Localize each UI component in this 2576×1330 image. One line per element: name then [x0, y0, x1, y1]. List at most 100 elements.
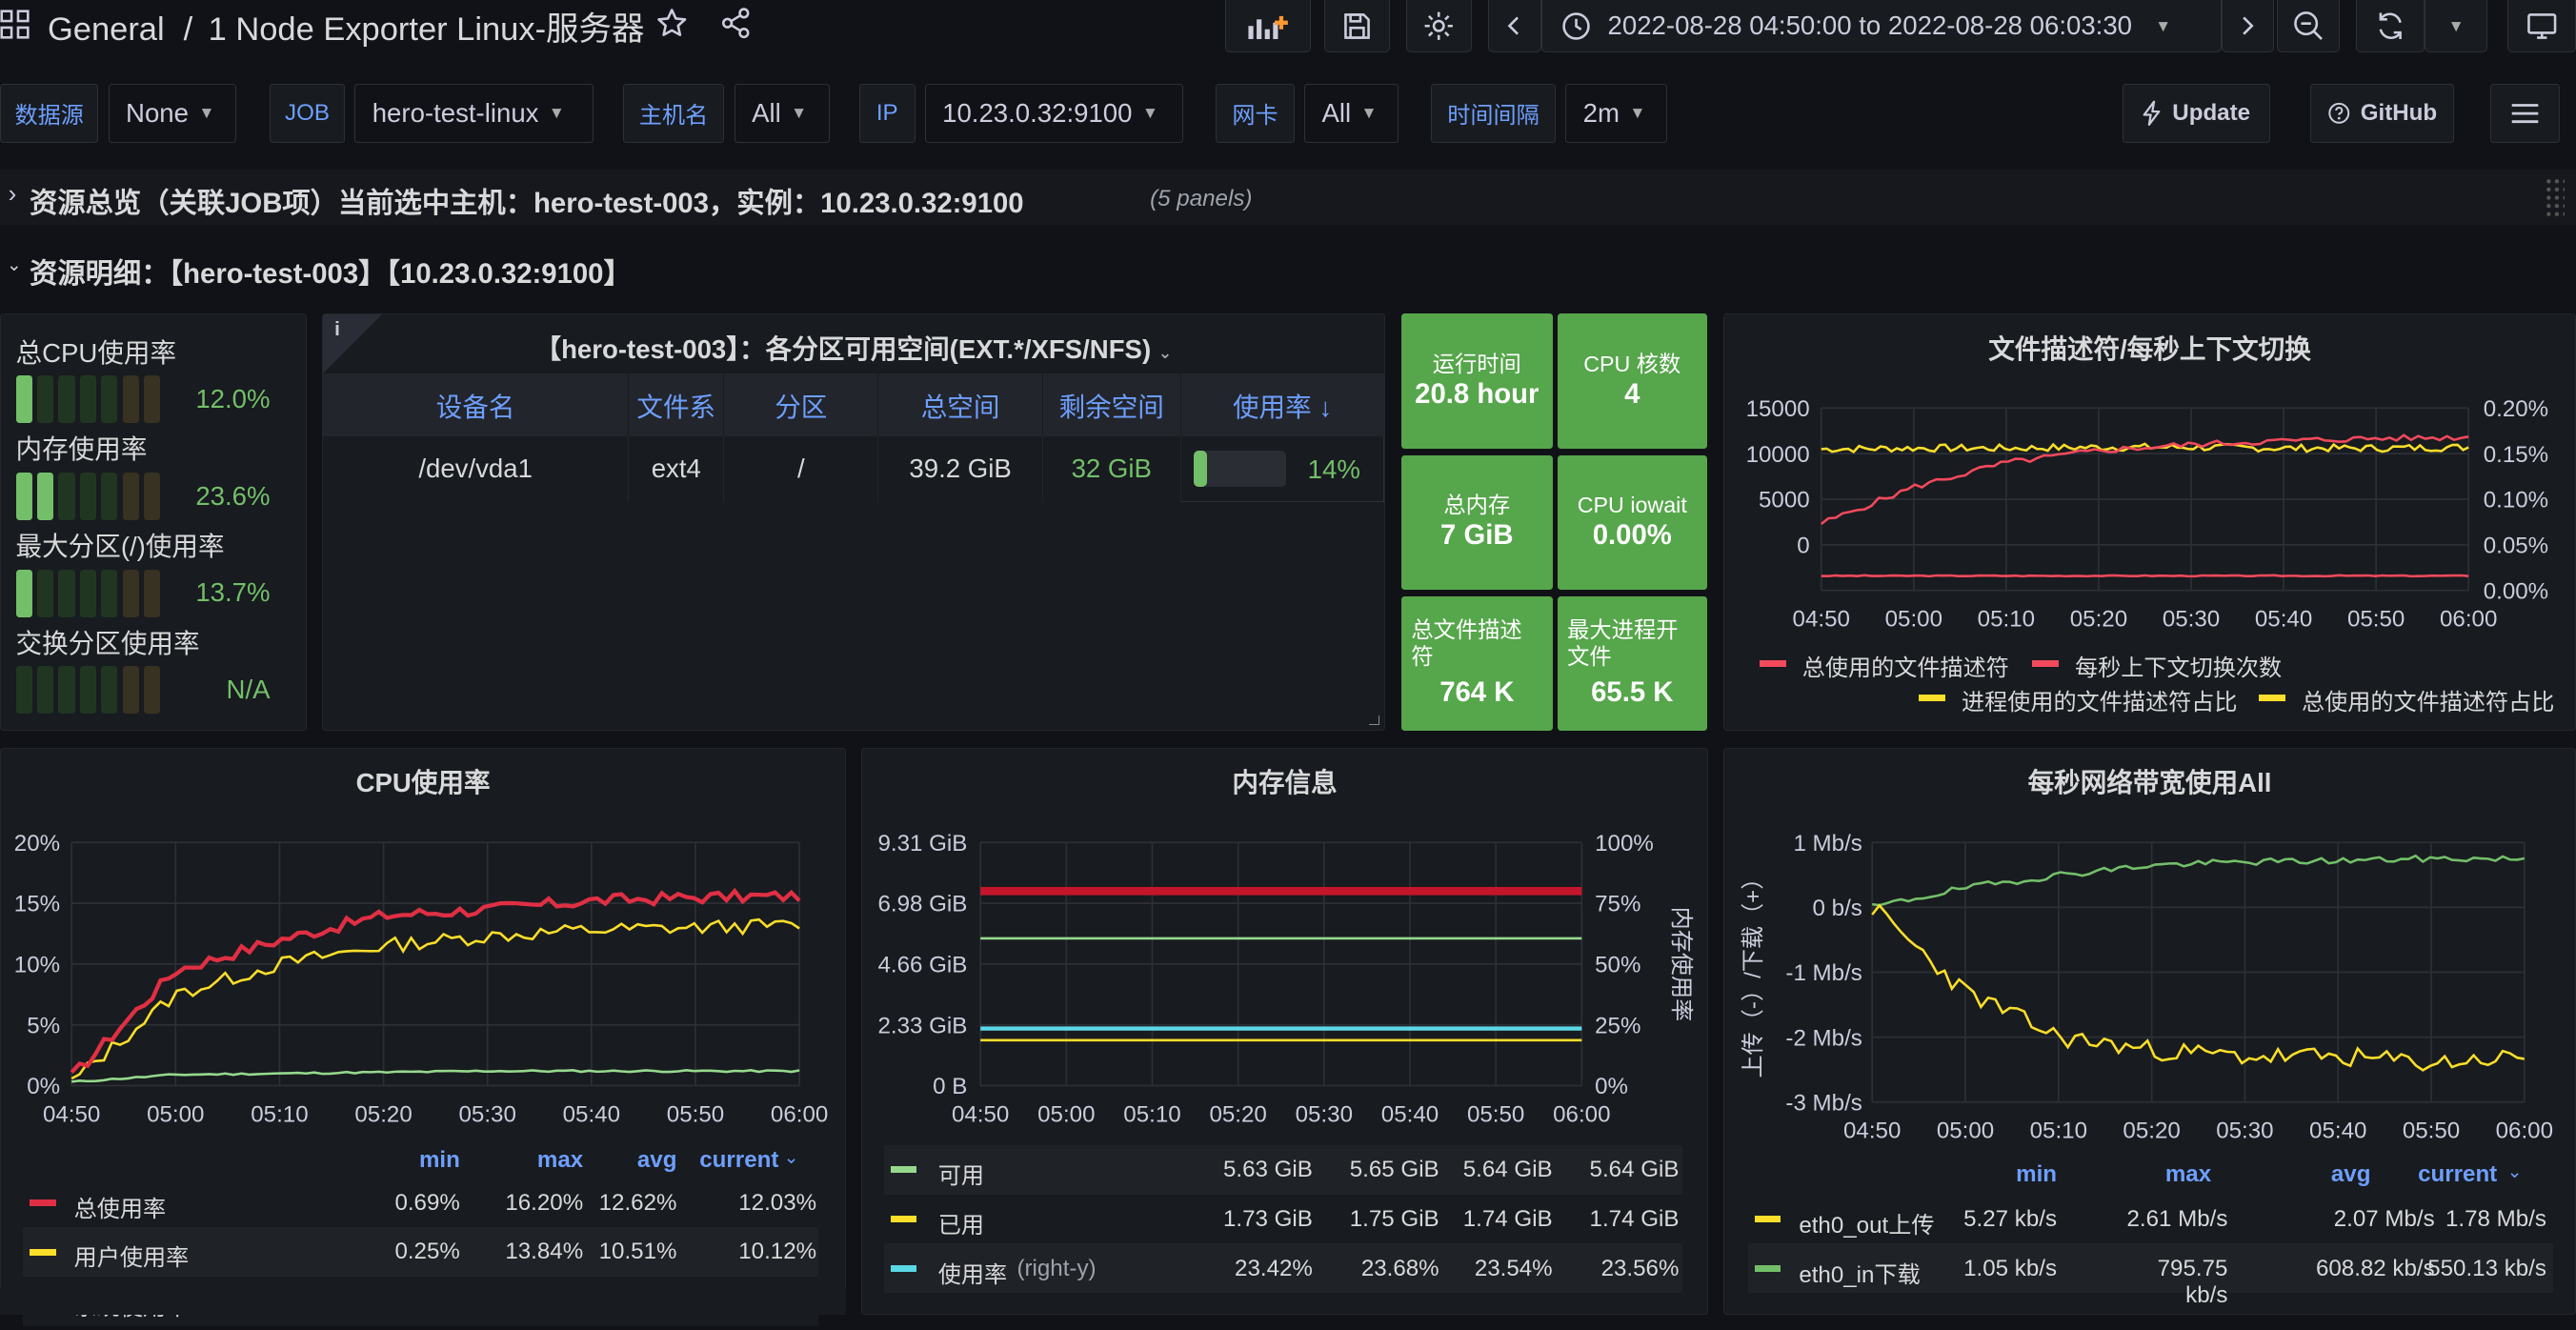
- cell-usage: 14%: [1179, 435, 1384, 503]
- stat-cpu-iowait: CPU iowait 0.00%: [1557, 454, 1707, 591]
- var-select-nic[interactable]: All ▼: [1304, 83, 1399, 144]
- x-tick-label: 05:20: [2070, 607, 2127, 633]
- legend-name: eth0_in下载: [1799, 1261, 1921, 1288]
- y2-tick-label: 0.15%: [2484, 442, 2548, 468]
- col-total[interactable]: 总空间: [877, 373, 1043, 436]
- stat-uptime: 运行时间 20.8 hour: [1400, 313, 1553, 449]
- star-icon[interactable]: [655, 7, 688, 46]
- y2-tick-label: 50%: [1595, 952, 1640, 977]
- usage-bar-fill: [1194, 451, 1207, 488]
- dashboard-title[interactable]: 1 Node Exporter Linux-服务器: [209, 11, 645, 48]
- chevron-right-icon: ›: [8, 180, 17, 208]
- x-tick-label: 06:00: [2440, 607, 2497, 633]
- col-device[interactable]: 设备名: [323, 373, 630, 436]
- time-shift-back-button[interactable]: [1488, 0, 1541, 53]
- x-tick-label: 05:40: [563, 1101, 620, 1127]
- share-icon[interactable]: [719, 7, 752, 46]
- row-overview[interactable]: › 资源总览（关联JOB项）当前选中主机：hero-test-003，实例：10…: [0, 169, 2576, 226]
- y-tick-label: 4.66 GiB: [877, 952, 967, 977]
- var-select-ip[interactable]: 10.23.0.32:9100 ▼: [924, 83, 1183, 144]
- legend-header-current[interactable]: current: [2383, 1161, 2497, 1188]
- tv-mode-button[interactable]: [2506, 0, 2576, 53]
- gauge-segment: [101, 375, 118, 424]
- cell-free: 32 GiB: [1042, 435, 1181, 502]
- legend-name[interactable]: 总使用的文件描述符占比: [2302, 683, 2554, 716]
- var-value-job: hero-test-linux: [372, 97, 539, 128]
- y-tick-label: 20%: [14, 831, 60, 856]
- time-shift-forward-button[interactable]: [2221, 0, 2274, 53]
- legend-header-min[interactable]: min: [345, 1147, 460, 1174]
- x-tick-label: 05:00: [147, 1101, 204, 1127]
- add-panel-icon: [1248, 15, 1288, 39]
- col-free[interactable]: 剩余空间: [1042, 373, 1181, 436]
- var-select-job[interactable]: hero-test-linux ▼: [354, 83, 594, 144]
- gauge-segment: [36, 375, 54, 424]
- stat-total-fd: 总文件描述符 764 K: [1400, 595, 1553, 732]
- series-line: [70, 1068, 800, 1083]
- x-tick-label: 04:50: [952, 1101, 1009, 1127]
- update-link-button[interactable]: Update: [2123, 83, 2271, 144]
- legend-header-avg[interactable]: avg: [562, 1147, 677, 1174]
- legend-header-min[interactable]: min: [1942, 1161, 2057, 1188]
- add-panel-button[interactable]: [1225, 0, 1312, 53]
- legend-current: 12.03%: [738, 1189, 817, 1216]
- github-link-button[interactable]: GitHub: [2309, 83, 2455, 144]
- chevron-right-icon: [2243, 16, 2255, 35]
- menu-button[interactable]: [2490, 83, 2560, 144]
- resize-handle[interactable]: [1369, 715, 1379, 726]
- save-dashboard-button[interactable]: [1323, 0, 1390, 53]
- y-tick-label: 9.31 GiB: [877, 831, 967, 856]
- var-select-datasource[interactable]: None ▼: [108, 83, 237, 144]
- refresh-interval-button[interactable]: ▼: [2425, 0, 2487, 53]
- clock-icon: [1562, 11, 1591, 40]
- legend-name[interactable]: 每秒上下文切换次数: [2075, 649, 2282, 682]
- settings-button[interactable]: [1406, 0, 1473, 53]
- gauge-segment: [79, 569, 96, 617]
- y-tick-label: 15000: [1746, 396, 1810, 422]
- col-mount[interactable]: 分区: [723, 373, 879, 436]
- time-range-picker[interactable]: 2022-08-28 04:50:00 to 2022-08-28 06:03:…: [1540, 0, 2222, 53]
- row-detail[interactable]: ⌄ 资源明细：【hero-test-003】【10.23.0.32:9100】: [0, 245, 1807, 294]
- series-line: [1871, 902, 2526, 1072]
- legend-name[interactable]: 进程使用的文件描述符占比: [1962, 683, 2238, 716]
- legend-avg: 12.62%: [598, 1189, 677, 1216]
- gauge-segment: [15, 472, 32, 520]
- gauge-segment: [15, 569, 32, 617]
- chevron-down-icon: ▼: [2447, 15, 2465, 35]
- series-line: [1821, 574, 2469, 578]
- gear-icon: [1424, 11, 1454, 40]
- chevron-down-icon: ▼: [198, 103, 215, 123]
- legend-header-avg[interactable]: avg: [2256, 1161, 2371, 1188]
- chevron-down-icon: ⌄: [6, 255, 22, 276]
- help-circle-icon: [2328, 103, 2350, 124]
- disk-table-title[interactable]: 【hero-test-003】：各分区可用空间(EXT.*/XFS/NFS) ⌄: [323, 328, 1384, 366]
- refresh-icon: [2379, 12, 2402, 39]
- legend-name[interactable]: 总使用的文件描述符: [1802, 649, 2009, 682]
- drag-handle-icon[interactable]: [2545, 177, 2565, 217]
- legend-header-current[interactable]: current: [664, 1147, 778, 1174]
- breadcrumb-folder[interactable]: General: [48, 11, 165, 48]
- y2-tick-label: 75%: [1595, 891, 1640, 917]
- refresh-button[interactable]: [2355, 0, 2425, 53]
- var-select-interval[interactable]: 2m ▼: [1565, 83, 1668, 144]
- x-tick-label: 05:10: [1978, 607, 2035, 633]
- legend-header-max[interactable]: max: [2096, 1161, 2211, 1188]
- x-tick-label: 05:00: [1885, 607, 1942, 633]
- github-label: GitHub: [2360, 99, 2438, 126]
- chevron-down-icon: ▼: [791, 103, 808, 123]
- series-line: [70, 887, 801, 1074]
- x-tick-label: 06:00: [1553, 1101, 1610, 1127]
- y2-tick-label: 0.10%: [2484, 488, 2548, 514]
- legend-min: 23.42%: [1235, 1255, 1313, 1281]
- col-fs[interactable]: 文件系: [628, 373, 725, 436]
- cell-mount: /: [723, 435, 879, 502]
- apps-grid-icon[interactable]: [0, 10, 32, 39]
- var-select-hostname[interactable]: All ▼: [734, 83, 830, 144]
- x-tick-label: 06:00: [2496, 1118, 2553, 1143]
- zoom-out-button[interactable]: [2277, 0, 2340, 53]
- x-tick-label: 05:10: [2030, 1118, 2087, 1143]
- breadcrumb-separator: /: [183, 10, 193, 48]
- gauge-bar: [15, 666, 180, 715]
- col-usage[interactable]: 使用率 ↓: [1180, 373, 1383, 436]
- x-tick-label: 06:00: [771, 1101, 828, 1127]
